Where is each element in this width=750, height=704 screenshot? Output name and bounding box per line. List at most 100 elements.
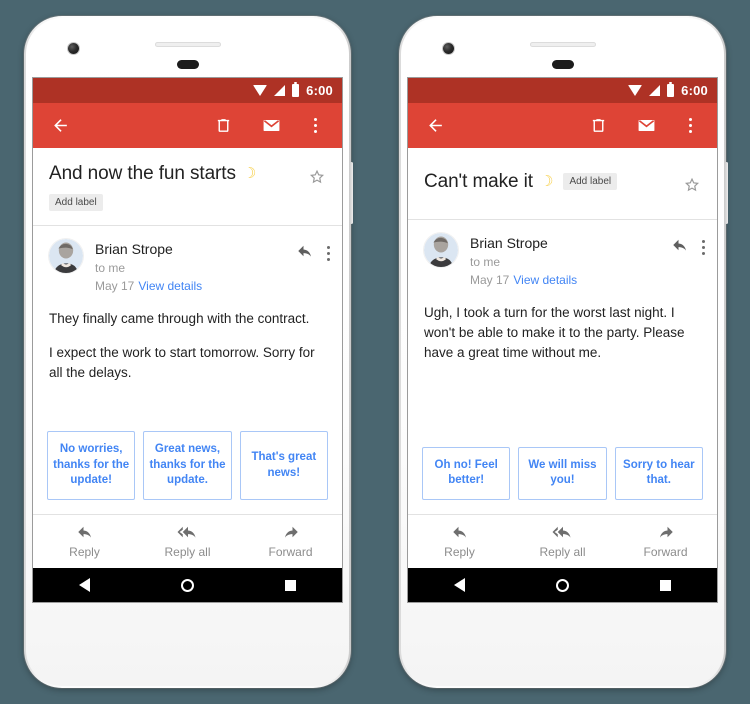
smart-reply-chip[interactable]: Sorry to hear that. <box>614 446 703 500</box>
status-time: 6:00 <box>681 83 708 98</box>
earpiece-speaker <box>529 42 596 47</box>
reply-label: Reply <box>444 545 475 559</box>
wifi-icon <box>253 85 268 96</box>
recents-nav-icon[interactable] <box>285 579 297 591</box>
earpiece-speaker <box>154 42 221 47</box>
message-paragraph: Ugh, I took a turn for the worst last ni… <box>424 305 685 360</box>
status-time: 6:00 <box>306 83 333 98</box>
overflow-dots <box>313 118 317 133</box>
signal-icon <box>649 85 661 96</box>
status-bar: 6:00 <box>33 78 342 103</box>
reply-all-label: Reply all <box>164 545 211 559</box>
smart-reply-row: No worries, thanks for the update! Great… <box>33 431 342 514</box>
signal-icon <box>274 85 286 96</box>
sender-block: Brian Strope to me May 17 View details <box>470 233 671 289</box>
app-bar <box>408 103 717 148</box>
sender-date-row: May 17 View details <box>95 277 296 295</box>
status-icon-group <box>628 82 675 97</box>
subject-line: Can't make it ☽ Add label <box>424 170 679 194</box>
view-details-link[interactable]: View details <box>138 279 202 293</box>
avatar <box>424 233 458 267</box>
reply-button[interactable]: Reply <box>33 523 136 559</box>
forward-button[interactable]: Forward <box>239 523 342 559</box>
home-nav-icon[interactable] <box>555 578 569 592</box>
message-date: May 17 <box>95 278 135 293</box>
smart-reply-row: Oh no! Feel better! We will miss you! So… <box>408 446 717 514</box>
wifi-icon <box>628 85 643 96</box>
message-actions-bar: Reply Reply all Forward <box>408 515 717 568</box>
proximity-sensor <box>551 60 574 69</box>
sender-recipient: to me <box>470 255 501 270</box>
message-date: May 17 <box>470 273 510 288</box>
subject-main: And now the fun starts ☽ Add label <box>49 162 304 211</box>
overflow-menu-icon[interactable] <box>675 111 705 141</box>
star-button[interactable] <box>304 164 330 190</box>
sender-recipient: to me <box>95 260 126 275</box>
star-button[interactable] <box>679 172 705 198</box>
add-label-chip[interactable]: Add label <box>563 173 618 191</box>
reply-button[interactable]: Reply <box>408 523 511 559</box>
phone-screen-left: 6:00 And now the fun starts ☽ Add label … <box>33 78 342 602</box>
sender-name: Brian Strope <box>95 240 173 257</box>
page-title: Can't make it <box>424 171 533 192</box>
reply-all-button[interactable]: Reply all <box>136 523 239 559</box>
status-icon-group <box>253 82 300 97</box>
sender-block: Brian Strope to me May 17 View details <box>95 239 296 295</box>
front-camera-icon <box>443 43 454 54</box>
reply-all-label: Reply all <box>539 545 586 559</box>
add-label-chip[interactable]: Add label <box>49 193 103 211</box>
battery-icon <box>667 82 675 97</box>
phone-device-right: 6:00 Can't make it ☽ Add label Brian Str… <box>399 16 728 688</box>
crescent-moon-icon: ☽ <box>242 165 257 183</box>
message-body: Ugh, I took a turn for the worst last ni… <box>408 289 717 447</box>
power-button[interactable] <box>725 162 728 224</box>
proximity-sensor <box>176 60 199 69</box>
subject-line: And now the fun starts ☽ <box>49 162 304 186</box>
message-paragraph: I expect the work to start tomorrow. Sor… <box>49 344 315 380</box>
phone-screen-right: 6:00 Can't make it ☽ Add label Brian Str… <box>408 78 717 602</box>
message-paragraph: They finally came through with the contr… <box>49 310 310 326</box>
delete-icon[interactable] <box>208 111 238 141</box>
back-nav-icon[interactable] <box>453 578 465 592</box>
smart-reply-chip[interactable]: That's great news! <box>239 431 328 500</box>
forward-button[interactable]: Forward <box>614 523 717 559</box>
reply-all-button[interactable]: Reply all <box>511 523 614 559</box>
smart-reply-chip[interactable]: We will miss you! <box>518 446 607 500</box>
view-details-link[interactable]: View details <box>513 273 577 287</box>
battery-icon <box>292 82 300 97</box>
back-nav-icon[interactable] <box>78 578 90 592</box>
mark-unread-icon[interactable] <box>256 111 286 141</box>
overflow-dots <box>688 118 692 133</box>
status-bar: 6:00 <box>408 78 717 103</box>
screenshot-canvas: 6:00 And now the fun starts ☽ Add label … <box>0 0 750 704</box>
reply-icon[interactable] <box>296 242 314 265</box>
page-title: And now the fun starts <box>49 163 236 184</box>
smart-reply-chip[interactable]: Oh no! Feel better! <box>422 446 511 500</box>
reply-label: Reply <box>69 545 100 559</box>
crescent-moon-icon: ☽ <box>539 173 554 191</box>
back-arrow-icon[interactable] <box>45 111 75 141</box>
delete-icon[interactable] <box>583 111 613 141</box>
app-bar <box>33 103 342 148</box>
back-arrow-icon[interactable] <box>420 111 450 141</box>
message-header-actions <box>296 239 330 265</box>
subject-row: And now the fun starts ☽ Add label <box>33 148 342 211</box>
reply-icon[interactable] <box>671 236 689 259</box>
mark-unread-icon[interactable] <box>631 111 661 141</box>
home-nav-icon[interactable] <box>180 578 194 592</box>
overflow-menu-icon[interactable] <box>300 111 330 141</box>
phone-device-left: 6:00 And now the fun starts ☽ Add label … <box>24 16 353 688</box>
phone-top-bezel <box>24 16 351 78</box>
overflow-menu-icon[interactable] <box>702 240 705 255</box>
power-button[interactable] <box>350 162 353 224</box>
overflow-menu-icon[interactable] <box>327 245 330 261</box>
message-header-actions <box>671 233 705 259</box>
recents-nav-icon[interactable] <box>660 579 672 591</box>
smart-reply-chip[interactable]: No worries, thanks for the update! <box>47 431 136 500</box>
smart-reply-chip[interactable]: Great news, thanks for the update. <box>143 431 232 500</box>
android-nav-bar <box>408 568 717 602</box>
message-actions-bar: Reply Reply all Forward <box>33 515 342 568</box>
avatar <box>49 238 83 273</box>
subject-row: Can't make it ☽ Add label <box>408 148 717 198</box>
forward-label: Forward <box>268 545 313 559</box>
